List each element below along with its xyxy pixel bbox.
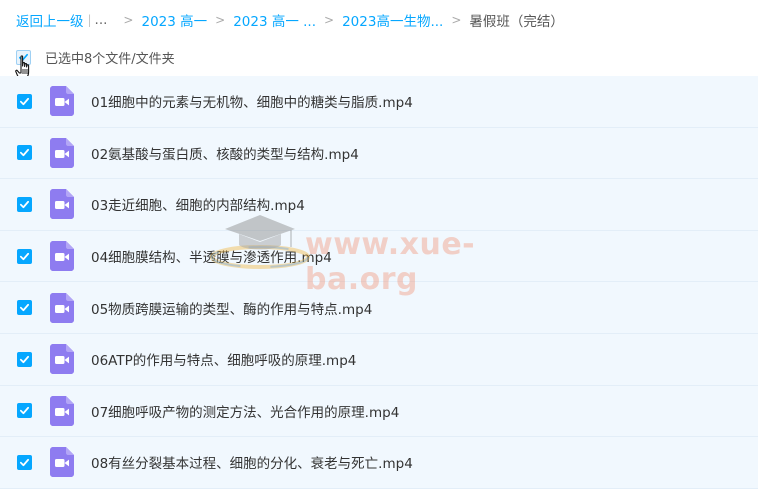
file-list: 01细胞中的元素与无机物、细胞中的糖类与脂质.mp4 02氨基酸与蛋白质、核酸的类… — [0, 76, 758, 489]
checkbox-checked-icon — [19, 304, 30, 312]
breadcrumb-divider: | — [87, 13, 92, 27]
checkbox-checked-icon — [19, 458, 30, 467]
checkbox-checked-icon — [19, 200, 30, 209]
checkbox-checked-icon — [19, 407, 30, 415]
file-name[interactable]: 03走近细胞、细胞的内部结构.mp4 — [91, 194, 305, 214]
file-row[interactable]: 07细胞呼吸产物的测定方法、光合作用的原理.mp4 — [0, 385, 758, 438]
file-checkbox[interactable] — [17, 93, 32, 109]
file-checkbox[interactable] — [17, 403, 32, 419]
file-checkbox[interactable] — [17, 145, 32, 161]
file-row[interactable]: 01细胞中的元素与无机物、细胞中的糖类与脂质.mp4 — [0, 76, 758, 128]
checkbox-checked-icon — [19, 149, 30, 157]
video-file-icon — [50, 292, 74, 323]
chevron-right-icon: > — [324, 13, 335, 27]
file-row[interactable]: 02氨基酸与蛋白质、核酸的类型与结构.mp4 — [0, 127, 758, 180]
file-name[interactable]: 08有丝分裂基本过程、细胞的分化、衰老与死亡.mp4 — [91, 452, 413, 472]
breadcrumb-item[interactable]: 2023 高一 — [141, 10, 207, 30]
file-row[interactable]: 06ATP的作用与特点、细胞呼吸的原理.mp4 — [0, 333, 758, 386]
file-name[interactable]: 01细胞中的元素与无机物、细胞中的糖类与脂质.mp4 — [91, 91, 413, 111]
checkbox-checked-icon — [19, 355, 30, 363]
back-link[interactable]: 返回上一级 — [16, 10, 84, 30]
video-file-icon — [50, 241, 74, 272]
file-checkbox[interactable] — [17, 248, 32, 264]
file-row[interactable]: 03走近细胞、细胞的内部结构.mp4 — [0, 179, 758, 231]
file-name[interactable]: 02氨基酸与蛋白质、核酸的类型与结构.mp4 — [91, 143, 359, 163]
video-file-icon — [50, 344, 74, 375]
video-file-icon — [50, 137, 74, 168]
file-row[interactable]: 04细胞膜结构、半透膜与渗透作用.mp4 — [0, 230, 758, 283]
file-checkbox[interactable] — [17, 351, 32, 367]
selection-header: 已选中8个文件/文件夹 — [16, 47, 175, 67]
file-name[interactable]: 06ATP的作用与特点、细胞呼吸的原理.mp4 — [91, 349, 356, 369]
chevron-right-icon: > — [451, 13, 462, 27]
breadcrumb-item[interactable]: 2023 高一 ... — [233, 10, 316, 30]
breadcrumb-item[interactable]: 2023高一生物... — [342, 10, 443, 30]
breadcrumb-current: 暑假班（完结） — [469, 14, 564, 30]
checkbox-checked-icon — [19, 252, 30, 260]
file-name[interactable]: 04细胞膜结构、半透膜与渗透作用.mp4 — [91, 246, 332, 266]
breadcrumb-ellipsis[interactable]: ... — [95, 12, 108, 28]
file-checkbox[interactable] — [17, 196, 32, 212]
file-row[interactable]: 08有丝分裂基本过程、细胞的分化、衰老与死亡.mp4 — [0, 437, 758, 489]
breadcrumb: 返回上一级 | ... > 2023 高一 > 2023 高一 ... > 20… — [16, 10, 564, 30]
file-name[interactable]: 07细胞呼吸产物的测定方法、光合作用的原理.mp4 — [91, 401, 399, 421]
video-file-icon — [50, 86, 74, 117]
video-file-icon — [50, 395, 74, 426]
chevron-right-icon: > — [123, 13, 134, 27]
file-checkbox[interactable] — [17, 454, 32, 470]
video-file-icon — [50, 189, 74, 220]
checkbox-checked-icon — [19, 97, 30, 105]
chevron-right-icon: > — [215, 13, 226, 27]
selection-summary: 已选中8个文件/文件夹 — [45, 51, 175, 67]
file-name[interactable]: 05物质跨膜运输的类型、酶的作用与特点.mp4 — [91, 298, 372, 318]
video-file-icon — [50, 447, 74, 478]
file-checkbox[interactable] — [17, 300, 32, 316]
file-row[interactable]: 05物质跨膜运输的类型、酶的作用与特点.mp4 — [0, 282, 758, 334]
